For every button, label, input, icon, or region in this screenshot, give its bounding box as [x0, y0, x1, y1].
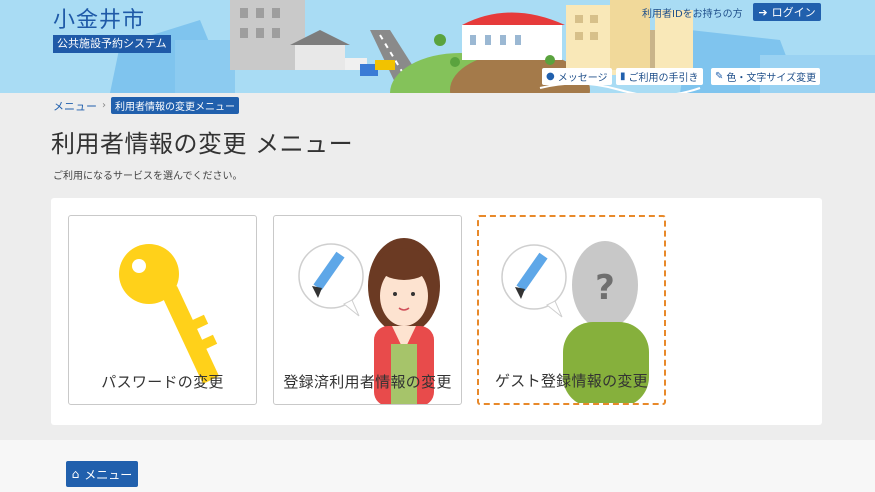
registered-user-label: 登録済利用者情報の変更	[283, 373, 452, 391]
message-label: メッセージ	[557, 73, 608, 84]
registered-user-card[interactable]: 登録済利用者情報の変更	[273, 215, 462, 405]
service-panel: パスワードの変更 登録済利用者情報の変更 ? ゲスト登録情報の変更	[51, 198, 822, 425]
site-header: 小金井市 公共施設予約システム 利用者IDをお持ちの方 ➔ ログイン ● メッセ…	[0, 0, 875, 93]
speech-bubble-icon: ●	[546, 71, 555, 82]
guide-link[interactable]: ▮ ご利用の手引き	[616, 68, 703, 85]
password-change-label: パスワードの変更	[101, 373, 224, 391]
brush-icon: ✎	[715, 71, 724, 82]
login-button[interactable]: ➔ ログイン	[753, 3, 821, 21]
breadcrumb-menu-link[interactable]: メニュー	[53, 98, 97, 114]
guide-label: ご利用の手引き	[628, 73, 699, 84]
svg-text:?: ?	[595, 268, 615, 308]
guest-registration-label: ゲスト登録情報の変更	[494, 372, 648, 390]
password-change-card[interactable]: パスワードの変更	[68, 215, 257, 405]
color-text-size-label: 色・文字サイズ変更	[726, 73, 817, 84]
system-name-badge: 公共施設予約システム	[53, 35, 171, 53]
instruction-text: ご利用になるサービスを選んでください。	[53, 171, 243, 182]
breadcrumb: メニュー › 利用者情報の変更メニュー	[53, 97, 239, 114]
message-link[interactable]: ● メッセージ	[542, 68, 612, 85]
home-icon: ⌂	[71, 467, 80, 481]
color-text-size-link[interactable]: ✎ 色・文字サイズ変更	[711, 68, 821, 85]
login-note: 利用者IDをお持ちの方	[642, 9, 743, 20]
login-label: ログイン	[771, 6, 816, 19]
city-name: 小金井市	[53, 8, 146, 33]
menu-button[interactable]: ⌂ メニュー	[66, 461, 138, 487]
page-title: 利用者情報の変更 メニュー	[51, 130, 354, 158]
chevron-right-icon: ›	[102, 100, 106, 111]
breadcrumb-current: 利用者情報の変更メニュー	[111, 97, 239, 114]
guest-registration-card[interactable]: ? ゲスト登録情報の変更	[477, 215, 666, 405]
menu-button-label: メニュー	[84, 467, 133, 482]
login-icon: ➔	[758, 5, 768, 19]
book-icon: ▮	[620, 71, 626, 82]
